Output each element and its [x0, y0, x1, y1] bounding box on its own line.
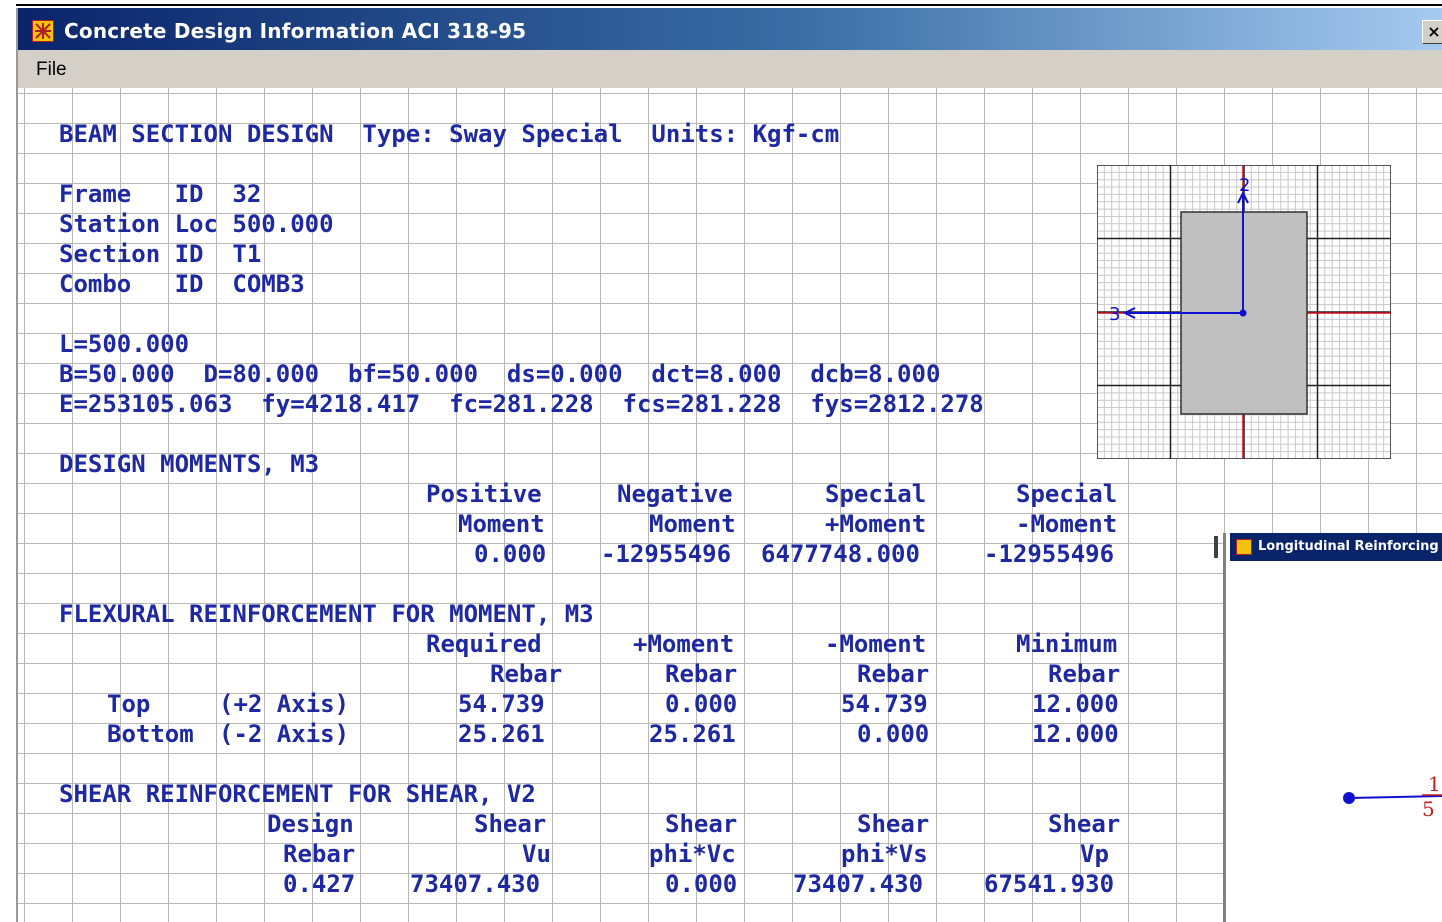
flexural-subheader-required: Rebar	[490, 660, 563, 688]
flexural-subheader-neg-moment: Rebar	[857, 660, 930, 688]
menu-bar: File	[18, 50, 1442, 88]
moments-subheader-negative: Moment	[649, 510, 736, 538]
joint-node	[1343, 792, 1355, 804]
moments-header-negative: Negative	[617, 480, 733, 508]
flexural-header-neg-moment: -Moment	[825, 630, 927, 658]
moment-value-positive: 0.000	[474, 540, 547, 568]
shear-phivc: 0.000	[665, 870, 738, 898]
section-diagram: 2 3	[1097, 165, 1391, 459]
concrete-design-window: Concrete Design Information ACI 318-95 ×…	[16, 8, 1442, 922]
flexural-header-required: Required	[426, 630, 542, 658]
child-app-icon[interactable]	[1236, 539, 1252, 555]
moments-header-special-pos: Special	[825, 480, 927, 508]
moment-value-special-neg: -12955496	[984, 540, 1115, 568]
moments-header-positive: Positive	[426, 480, 542, 508]
flexural-bottom-minimum: 12.000	[1032, 720, 1119, 748]
moments-header-special-neg: Special	[1016, 480, 1118, 508]
shear-subheader-vp: Vp	[1080, 840, 1109, 868]
shear-vp: 67541.930	[984, 870, 1115, 898]
section-id-line: Section ID T1	[59, 240, 262, 268]
shear-subheader-vu: Vu	[522, 840, 551, 868]
moments-subheader-special-neg: -Moment	[1016, 510, 1118, 538]
close-button[interactable]: ×	[1422, 20, 1442, 44]
moment-value-special-pos: 6477748.000	[761, 540, 920, 568]
length-line: L=500.000	[59, 330, 190, 358]
shear-subheader-phivs: phi*Vs	[841, 840, 928, 868]
station-loc-line: Station Loc 500.000	[59, 210, 334, 238]
flexural-top-pos-moment: 0.000	[665, 690, 738, 718]
app-icon[interactable]	[32, 20, 54, 42]
flexural-top-minimum: 12.000	[1032, 690, 1119, 718]
flexural-header-pos-moment: +Moment	[633, 630, 735, 658]
axis-2-label: 2	[1239, 175, 1250, 196]
window-title: Concrete Design Information ACI 318-95	[64, 19, 527, 43]
flexural-subheader-pos-moment: Rebar	[665, 660, 738, 688]
flexural-bottom-neg-moment: 0.000	[857, 720, 930, 748]
child-title-bar[interactable]: Longitudinal Reinforcing	[1230, 533, 1442, 561]
shear-phivs: 73407.430	[793, 870, 924, 898]
flexural-row-bottom-label: Bottom	[107, 720, 194, 748]
axis-3-label: 3	[1109, 304, 1120, 325]
longitudinal-canvas: 1 5	[1343, 772, 1442, 821]
design-report: BEAM SECTION DESIGN Type: Sway Special U…	[18, 88, 1442, 922]
node-label-5: 5	[1422, 797, 1435, 821]
material-line: E=253105.063 fy=4218.417 fc=281.228 fcs=…	[59, 390, 984, 418]
dimensions-line: B=50.000 D=80.000 bf=50.000 ds=0.000 dct…	[59, 360, 941, 388]
menu-file[interactable]: File	[36, 59, 67, 81]
moments-subheader-positive: Moment	[458, 510, 545, 538]
report-heading: BEAM SECTION DESIGN Type: Sway Special U…	[59, 120, 840, 148]
shear-design-rebar: 0.427	[283, 870, 356, 898]
background-strip	[0, 0, 1442, 8]
flexural-row-top-axis: (+2 Axis)	[219, 690, 350, 718]
shear-subheader-phivc: phi*Vc	[649, 840, 736, 868]
longitudinal-reinforcing-window[interactable]: Longitudinal Reinforcing 1 5	[1223, 533, 1442, 922]
section-centroid	[1239, 309, 1247, 317]
child-window-title: Longitudinal Reinforcing	[1258, 539, 1439, 554]
shear-header-design: Design	[267, 810, 354, 838]
flexural-bottom-required: 25.261	[458, 720, 545, 748]
window-edge-stub	[1214, 536, 1218, 558]
flexural-row-bottom-axis: (-2 Axis)	[219, 720, 350, 748]
shear-header-phivc: Shear	[665, 810, 738, 838]
moment-value-negative: -12955496	[601, 540, 732, 568]
shear-header-vp: Shear	[1048, 810, 1121, 838]
combo-id-line: Combo ID COMB3	[59, 270, 305, 298]
node-label-1: 1	[1428, 772, 1441, 796]
flexural-bottom-pos-moment: 25.261	[649, 720, 736, 748]
shear-header-vu: Shear	[474, 810, 547, 838]
flexural-top-required: 54.739	[458, 690, 545, 718]
moments-subheader-special-pos: +Moment	[825, 510, 927, 538]
flexural-top-neg-moment: 54.739	[841, 690, 928, 718]
flexural-subheader-minimum: Rebar	[1048, 660, 1121, 688]
title-bar[interactable]: Concrete Design Information ACI 318-95 ×	[18, 8, 1442, 50]
flexural-row-top-label: Top	[107, 690, 151, 718]
shear-subheader-design: Rebar	[283, 840, 356, 868]
shear-header-phivs: Shear	[857, 810, 930, 838]
shear-vu: 73407.430	[410, 870, 541, 898]
shear-title: SHEAR REINFORCEMENT FOR SHEAR, V2	[59, 780, 536, 808]
moments-title: DESIGN MOMENTS, M3	[59, 450, 320, 478]
flexural-header-minimum: Minimum	[1016, 630, 1118, 658]
flexural-title: FLEXURAL REINFORCEMENT FOR MOMENT, M3	[59, 600, 594, 628]
frame-id-line: Frame ID 32	[59, 180, 262, 208]
